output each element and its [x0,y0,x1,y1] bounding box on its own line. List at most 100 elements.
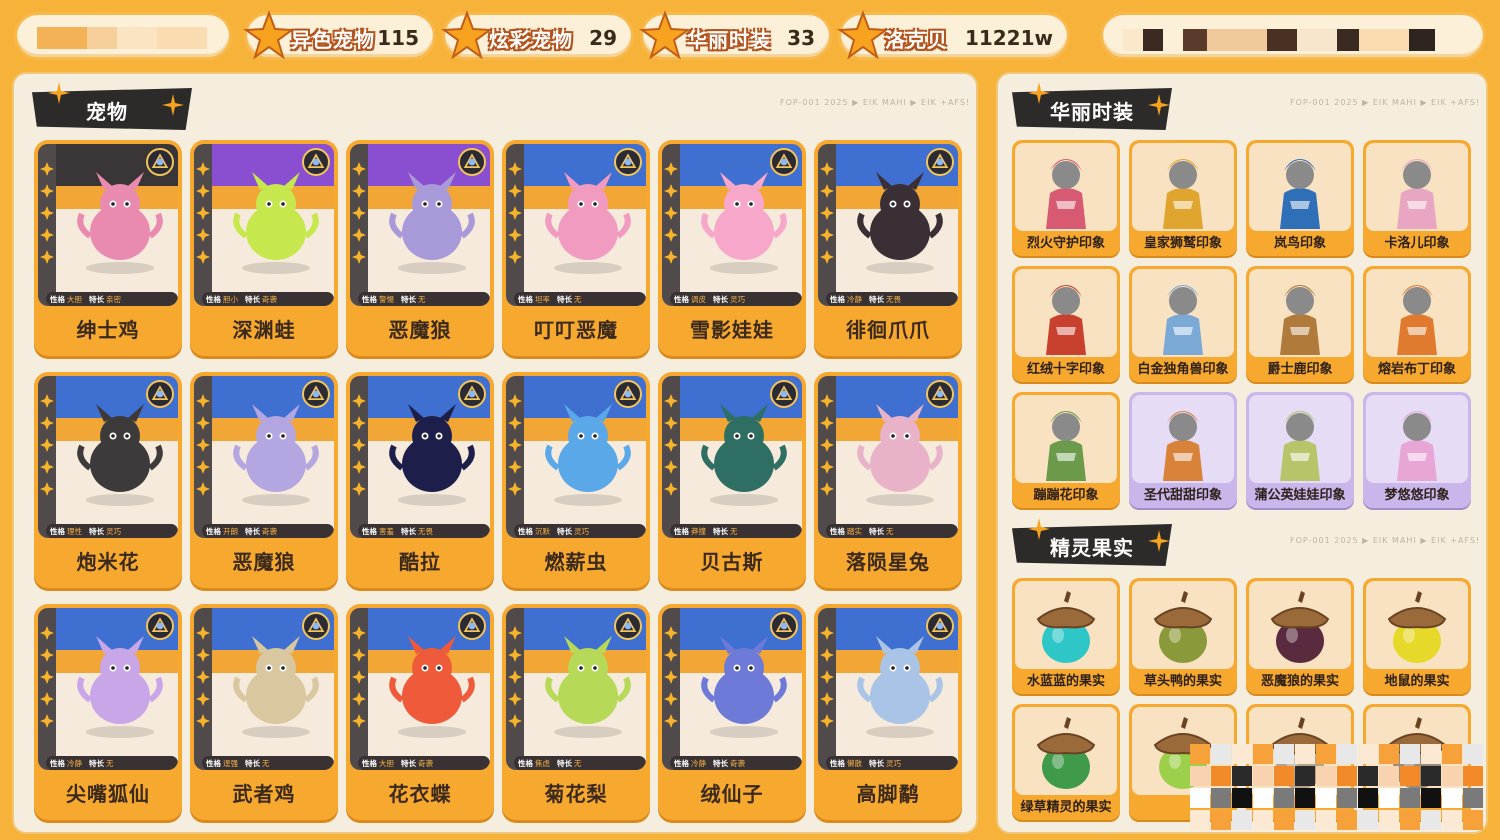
rating-star-icon [508,394,522,408]
outfit-tile[interactable]: 梦悠悠印象 [1363,392,1471,508]
pet-traits-bar: 性格 冷静 特长 奇袭 [670,756,802,770]
stat-label: 炫彩宠物 [489,28,573,52]
pet-artwork: 性格 警惕 特长 无 [350,144,490,306]
pet-card[interactable]: 性格 大胆 特长 亲密 绅士鸡 [34,140,182,356]
fruit-artwork [1366,581,1468,669]
trait-value: 胆小 [223,294,238,304]
fruit-tile[interactable]: 恶魔狼的果实 [1246,578,1354,694]
outfit-tile[interactable]: 红绒十字印象 [1012,266,1120,382]
pet-card[interactable]: 性格 懒散 特长 灵巧 高脚鹬 [814,604,962,820]
pet-artwork: 性格 开朗 特长 奇袭 [194,376,334,538]
rating-star-icon [664,206,678,220]
trait-value: 坦率 [535,294,550,304]
rating-star-icon [820,438,834,452]
pet-card[interactable]: 性格 逞强 特长 无 武者鸡 [190,604,338,820]
outfit-artwork [1366,269,1468,357]
skill-value: 奇袭 [418,758,433,768]
pet-creature-icon [701,172,787,274]
section-title: 宠物 [86,100,128,124]
outfit-name: 熔岩布丁印象 [1377,362,1456,377]
pet-card[interactable]: 性格 冷静 特长 奇袭 绒仙子 [658,604,806,820]
pet-name: 炮米花 [76,550,140,574]
trait-key: 性格 [674,758,689,768]
outfit-tile[interactable]: 烈火守护印象 [1012,140,1120,256]
trait-key: 性格 [518,294,533,304]
rating-star-icon [664,670,678,684]
pet-card[interactable]: 性格 开朗 特长 奇袭 恶魔狼 [190,372,338,588]
mosaic-cell [1316,744,1336,764]
outfit-artwork [1015,395,1117,483]
outfit-tile[interactable]: 爵士鹿印象 [1246,266,1354,382]
outfit-name: 岚鸟印象 [1273,236,1326,251]
outfit-avatar-icon [1397,411,1437,481]
mosaic-cell [1463,744,1483,764]
pet-card[interactable]: 性格 莽撞 特长 无 贝古斯 [658,372,806,588]
rarity-strip [506,608,524,770]
acorn-fruit-icon [1153,591,1213,663]
pet-card[interactable]: 性格 冷静 特长 无畏 徘徊爪爪 [814,140,962,356]
mosaic-cell [1190,788,1210,808]
mosaic-cell [1337,766,1357,786]
rating-star-icon [820,626,834,640]
outfit-tile[interactable]: 圣代甜甜印象 [1129,392,1237,508]
outfit-artwork [1015,269,1117,357]
mosaic-cell [1379,788,1399,808]
pet-traits-bar: 性格 焦虑 特长 无 [514,756,646,770]
rating-star-icon [196,162,210,176]
rating-star-icon [352,416,366,430]
pet-artwork: 性格 害羞 特长 无畏 [350,376,490,538]
rating-star-icon [820,482,834,496]
fruit-tile[interactable]: 草头鸭的果实 [1129,578,1237,694]
pet-card[interactable]: 性格 害羞 特长 无畏 酷拉 [346,372,494,588]
pet-card[interactable]: 性格 坦率 特长 无 叮叮恶魔 [502,140,650,356]
pet-card[interactable]: 性格 警惕 特长 无 恶魔狼 [346,140,494,356]
outfit-name: 皇家狮鹫印象 [1143,236,1222,251]
trait-value: 理性 [67,526,82,536]
acorn-fruit-icon [1387,591,1447,663]
rating-star-icon [40,394,54,408]
outfit-tile[interactable]: 白金独角兽印象 [1129,266,1237,382]
pet-artwork: 性格 调皮 特长 灵巧 [662,144,802,306]
fruit-tile[interactable]: 水蓝蓝的果实 [1012,578,1120,694]
pet-card[interactable]: 性格 冷静 特长 无 尖嘴狐仙 [34,604,182,820]
fruit-tile[interactable]: 绿草精灵的果实 [1012,704,1120,820]
outfit-tile[interactable]: 蒲公英娃娃印象 [1246,392,1354,508]
outfit-tile[interactable]: 卡洛儿印象 [1363,140,1471,256]
skill-key: 特长 [401,758,416,768]
skill-key: 特长 [557,758,572,768]
rating-star-icon [196,438,210,452]
outfit-avatar-icon [1280,411,1320,481]
mosaic-cell [1337,744,1357,764]
outfit-tile[interactable]: 熔岩布丁印象 [1363,266,1471,382]
pet-card[interactable]: 性格 胆小 特长 奇袭 深渊蛙 [190,140,338,356]
outfit-tile[interactable]: 蹦蹦花印象 [1012,392,1120,508]
rating-star-icon [40,206,54,220]
rarity-strip [350,376,368,538]
pet-card[interactable]: 性格 焦虑 特长 无 菊花梨 [502,604,650,820]
outfit-artwork [1015,143,1117,231]
pet-card[interactable]: 性格 大胆 特长 奇袭 花衣蝶 [346,604,494,820]
trait-key: 性格 [518,758,533,768]
pet-card[interactable]: 性格 理性 特长 灵巧 炮米花 [34,372,182,588]
rating-star-icon [352,692,366,706]
skill-value: 无 [574,758,582,768]
outfit-tile[interactable]: 皇家狮鹫印象 [1129,140,1237,256]
skill-value: 灵巧 [574,526,589,536]
rating-star-icon [196,206,210,220]
pet-card[interactable]: 性格 调皮 特长 灵巧 雪影娃娃 [658,140,806,356]
fruit-tile[interactable]: 地鼠的果实 [1363,578,1471,694]
pet-creature-icon [389,172,475,274]
pet-card[interactable]: 性格 沉默 特长 灵巧 燃薪虫 [502,372,650,588]
outfit-artwork [1132,395,1234,483]
mosaic-cell [1295,810,1315,830]
pet-creature-icon [857,636,943,738]
pet-artwork: 性格 莽撞 特长 无 [662,376,802,538]
outfit-tile[interactable]: 岚鸟印象 [1246,140,1354,256]
pet-traits-bar: 性格 踏实 特长 无 [826,524,958,538]
redacted-block [1337,29,1359,51]
pet-card[interactable]: 性格 踏实 特长 无 落陨星兔 [814,372,962,588]
rating-star-icon [508,714,522,728]
mosaic-cell [1442,744,1462,764]
pet-name: 徘徊爪爪 [846,318,930,342]
rarity-strip [350,608,368,770]
